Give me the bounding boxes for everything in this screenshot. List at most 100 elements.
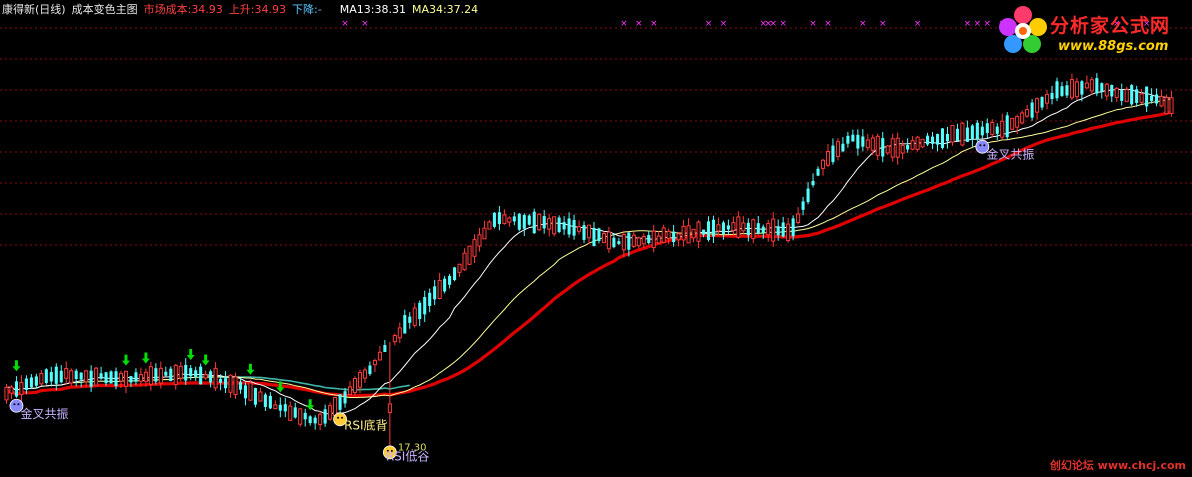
candle-body xyxy=(527,215,531,225)
candle-body xyxy=(1000,120,1005,138)
candle-body xyxy=(482,227,487,240)
candle-body xyxy=(895,137,900,158)
candle-body xyxy=(313,417,317,424)
candle-body xyxy=(801,201,805,210)
candle-body xyxy=(641,236,646,245)
candle-body xyxy=(1025,109,1030,117)
candle-body xyxy=(347,386,353,395)
candle-body xyxy=(681,225,686,241)
candle-body xyxy=(357,372,363,388)
candle-body xyxy=(926,135,930,145)
candle-body xyxy=(39,373,44,385)
candle-body xyxy=(383,345,387,353)
candle-body xyxy=(323,409,327,424)
candle-body xyxy=(576,226,582,232)
candle-body xyxy=(771,218,776,242)
candle-body xyxy=(517,213,521,230)
candle-body xyxy=(123,370,129,387)
candle-body xyxy=(203,374,208,379)
candle-body xyxy=(288,405,293,421)
candle-body xyxy=(418,302,422,320)
top-marker-x: × xyxy=(620,19,628,29)
top-marker-x: × xyxy=(650,19,658,29)
candle-body xyxy=(129,376,133,383)
candle-body xyxy=(562,222,566,230)
candle-body xyxy=(930,136,935,144)
top-marker-x: × xyxy=(824,19,832,29)
golden-cross-face-icon-eye xyxy=(979,144,982,147)
candle-body xyxy=(169,368,173,382)
candle-body xyxy=(547,218,552,230)
candle-body xyxy=(184,364,188,381)
candle-body xyxy=(512,216,516,222)
candle-body xyxy=(472,239,477,257)
candle-body xyxy=(118,372,124,382)
candle-body xyxy=(841,143,845,152)
candle-body xyxy=(99,373,103,379)
logo-url: www.88gs.com xyxy=(1058,39,1169,54)
candle-body xyxy=(861,136,865,147)
candle-body xyxy=(651,230,656,249)
candle-body xyxy=(1050,92,1054,100)
candle-body xyxy=(1135,89,1139,103)
candle-body xyxy=(1169,97,1174,114)
annotation-label: RSI底背 xyxy=(344,417,388,432)
golden-cross-face-icon-eye xyxy=(13,403,16,406)
candle-body xyxy=(397,327,402,339)
golden-cross-face-icon-eye xyxy=(17,403,20,406)
candle-body xyxy=(268,395,272,409)
candle-body xyxy=(731,222,736,231)
top-marker-x: × xyxy=(859,19,867,29)
candle-body xyxy=(985,123,989,134)
cost-label: 市场成本: xyxy=(143,3,192,16)
candle-body xyxy=(776,226,780,236)
candle-body xyxy=(1159,95,1164,107)
candle-body xyxy=(1110,84,1114,97)
candle-body xyxy=(751,219,756,240)
candle-body xyxy=(661,227,666,243)
green-down-arrow xyxy=(246,363,255,375)
candle-body xyxy=(377,351,382,361)
candle-body xyxy=(696,221,701,242)
candle-body xyxy=(950,124,955,143)
candle-body xyxy=(29,377,33,388)
candle-body xyxy=(636,237,641,247)
candle-body xyxy=(537,213,542,231)
candle-body xyxy=(437,279,442,299)
candle-body xyxy=(387,403,392,413)
candle-body xyxy=(721,222,725,234)
candle-body xyxy=(352,378,358,393)
candle-body xyxy=(885,145,890,154)
candle-body xyxy=(408,316,412,323)
candlestick-series xyxy=(4,73,1174,449)
candle-body xyxy=(1030,102,1034,118)
top-marker-x: × xyxy=(984,19,992,29)
chart-header: 康得新(日线) 成本变色主图 市场成本:34.93 上升:34.93 下降:- MA13:… xyxy=(2,3,484,17)
up-label: 上升: xyxy=(228,3,255,16)
candle-body xyxy=(362,369,368,379)
site-logo: 分析家公式网 www.88gs.com xyxy=(998,3,1188,65)
candle-body xyxy=(980,126,984,136)
candle-body xyxy=(248,382,253,401)
candle-body xyxy=(1015,116,1020,128)
top-marker-x: × xyxy=(635,19,643,29)
candle-body xyxy=(403,315,407,334)
candle-body xyxy=(1044,93,1050,104)
candle-body xyxy=(114,371,118,387)
green-down-arrow xyxy=(186,349,195,361)
candle-body xyxy=(368,365,372,375)
candle-body xyxy=(1139,93,1144,103)
top-marker-x: × xyxy=(361,19,369,29)
candle-body xyxy=(19,381,24,395)
candle-body xyxy=(612,237,616,248)
candle-body xyxy=(940,128,945,148)
candle-body xyxy=(448,275,452,285)
ma13-label: MA13: xyxy=(339,3,375,16)
cost-value: 34.93 xyxy=(191,3,223,16)
candle-body xyxy=(686,225,691,244)
candle-body xyxy=(741,222,746,232)
candle-body xyxy=(870,137,875,151)
top-marker-x: × xyxy=(914,19,922,29)
candle-body xyxy=(328,405,333,420)
candle-body xyxy=(333,396,338,416)
